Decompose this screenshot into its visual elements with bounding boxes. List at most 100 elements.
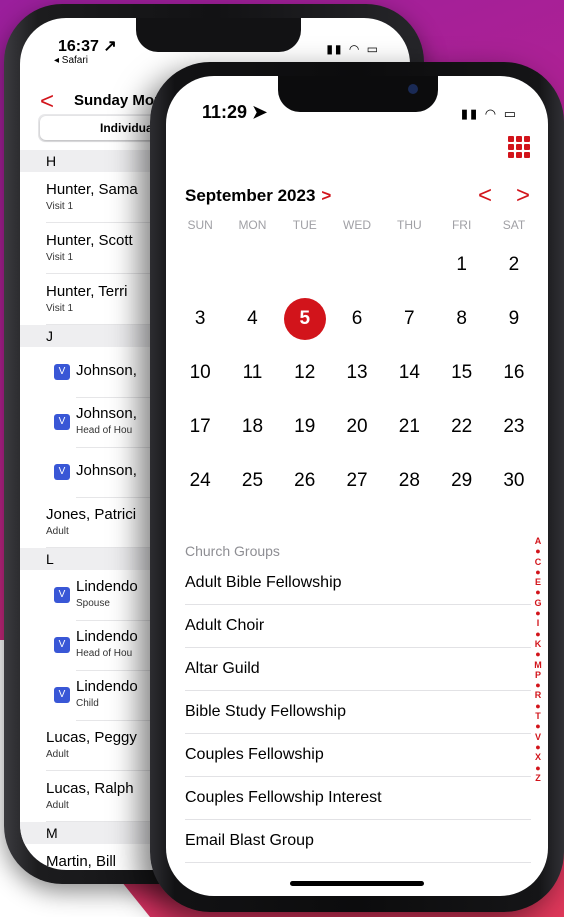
day-number: 29 xyxy=(451,470,473,491)
day-number: 5 xyxy=(283,298,326,340)
calendar-day-empty xyxy=(226,238,278,292)
calendar-day[interactable]: 3 xyxy=(174,292,226,346)
calendar-day[interactable]: 5 xyxy=(279,292,331,346)
index-letter[interactable]: Z xyxy=(532,773,544,783)
month-selector[interactable]: September 2023 > xyxy=(185,186,331,206)
calendar-day[interactable]: 1 xyxy=(435,238,487,292)
calendar-day[interactable]: 22 xyxy=(435,400,487,454)
checkbox-icon[interactable]: V xyxy=(54,587,70,603)
checkbox-icon[interactable]: V xyxy=(54,637,70,653)
calendar-day[interactable]: 19 xyxy=(279,400,331,454)
day-number: 7 xyxy=(404,308,415,329)
index-letter[interactable]: ● xyxy=(532,608,544,618)
index-letter[interactable]: ● xyxy=(532,701,544,711)
calendar-day[interactable]: 17 xyxy=(174,400,226,454)
checkbox-icon[interactable]: V xyxy=(54,414,70,430)
calendar-day[interactable]: 25 xyxy=(226,454,278,508)
calendar-day[interactable]: 16 xyxy=(488,346,540,400)
prev-month-button[interactable]: < xyxy=(478,182,492,210)
index-letter[interactable]: G xyxy=(532,598,544,608)
group-item[interactable]: Couples Fellowship xyxy=(185,734,531,777)
back-chevron-icon[interactable]: < xyxy=(40,90,54,114)
person-name: Johnson, xyxy=(76,362,137,379)
weekday-label: WED xyxy=(343,218,372,232)
home-indicator[interactable] xyxy=(290,881,424,886)
calendar-day[interactable]: 28 xyxy=(383,454,435,508)
group-item[interactable]: Adult Bible Fellowship xyxy=(185,562,531,605)
calendar-day[interactable]: 15 xyxy=(435,346,487,400)
index-letter[interactable]: V xyxy=(532,732,544,742)
day-number: 9 xyxy=(508,308,520,329)
back-safari-link[interactable]: ◂ Safari xyxy=(54,55,88,66)
back-status-time: 16:37 ↗ xyxy=(58,38,117,55)
day-number: 23 xyxy=(503,416,525,437)
weekday-label: MON xyxy=(238,218,267,232)
calendar-day[interactable]: 20 xyxy=(331,400,383,454)
group-item[interactable]: Adult Choir xyxy=(185,605,531,648)
index-letter[interactable]: ● xyxy=(532,546,544,556)
person-name: Lindendo xyxy=(76,578,138,595)
group-item[interactable]: Altar Guild xyxy=(185,648,531,691)
index-letter[interactable]: ● xyxy=(532,587,544,597)
calendar-day-empty xyxy=(331,238,383,292)
person-role: Visit 1 xyxy=(46,252,74,263)
index-letter[interactable]: K xyxy=(532,639,544,649)
calendar-day[interactable]: 8 xyxy=(435,292,487,346)
calendar-day[interactable]: 13 xyxy=(331,346,383,400)
index-letter[interactable]: ● xyxy=(532,763,544,773)
index-letter[interactable]: A xyxy=(532,536,544,546)
calendar-day[interactable]: 14 xyxy=(383,346,435,400)
index-letter[interactable]: ● xyxy=(532,629,544,639)
index-letter[interactable]: T xyxy=(532,711,544,721)
person-name: Lindendo xyxy=(76,678,138,695)
checkbox-icon[interactable]: V xyxy=(54,364,70,380)
calendar-day[interactable]: 21 xyxy=(383,400,435,454)
index-letter[interactable]: I xyxy=(532,618,544,628)
calendar-day[interactable]: 24 xyxy=(174,454,226,508)
alphabet-index[interactable]: A ● C ● E ● G ● I ● K ● M P ● R ● T ● V ● X ● Z xyxy=(532,536,544,783)
day-number: 26 xyxy=(294,470,316,491)
weekday-label: SAT xyxy=(502,218,526,232)
calendar-day[interactable]: 23 xyxy=(488,400,540,454)
groups-list: Adult Bible Fellowship Adult Choir Altar G… xyxy=(185,562,531,863)
index-letter[interactable]: ● xyxy=(532,742,544,752)
index-letter[interactable]: ● xyxy=(532,649,544,659)
group-item[interactable]: Couples Fellowship Interest xyxy=(185,777,531,820)
calendar-day[interactable]: 7 xyxy=(383,292,435,346)
calendar-day[interactable]: 18 xyxy=(226,400,278,454)
index-letter[interactable]: ● xyxy=(532,567,544,577)
calendar-day[interactable]: 11 xyxy=(226,346,278,400)
index-letter[interactable]: X xyxy=(532,752,544,762)
grid-view-icon[interactable] xyxy=(508,136,530,158)
calendar-day[interactable]: 9 xyxy=(488,292,540,346)
calendar-day[interactable]: 30 xyxy=(488,454,540,508)
weekday-label: TUE xyxy=(292,218,317,232)
groups-section-header: Church Groups xyxy=(185,543,280,559)
index-letter[interactable]: E xyxy=(532,577,544,587)
calendar-day[interactable]: 27 xyxy=(331,454,383,508)
calendar-day[interactable]: 26 xyxy=(279,454,331,508)
person-name: Martin, Bill xyxy=(46,853,117,870)
person-role: Head of Hou xyxy=(76,648,133,659)
group-item[interactable]: Email Blast Group xyxy=(185,820,531,863)
person-name: Johnson, xyxy=(76,405,137,422)
checkbox-icon[interactable]: V xyxy=(54,464,70,480)
day-number: 15 xyxy=(451,362,473,383)
index-letter[interactable]: M xyxy=(532,660,544,670)
calendar-day[interactable]: 2 xyxy=(488,238,540,292)
calendar-day[interactable]: 29 xyxy=(435,454,487,508)
index-letter[interactable]: R xyxy=(532,690,544,700)
person-role: Head of Hou xyxy=(76,425,133,436)
day-number: 22 xyxy=(451,416,473,437)
calendar-day[interactable]: 12 xyxy=(279,346,331,400)
group-item[interactable]: Bible Study Fellowship xyxy=(185,691,531,734)
index-letter[interactable]: P xyxy=(532,670,544,680)
calendar-day[interactable]: 6 xyxy=(331,292,383,346)
index-letter[interactable]: ● xyxy=(532,721,544,731)
index-letter[interactable]: C xyxy=(532,557,544,567)
calendar-day[interactable]: 10 xyxy=(174,346,226,400)
next-month-button[interactable]: > xyxy=(516,182,530,210)
calendar-day[interactable]: 4 xyxy=(226,292,278,346)
index-letter[interactable]: ● xyxy=(532,680,544,690)
checkbox-icon[interactable]: V xyxy=(54,687,70,703)
